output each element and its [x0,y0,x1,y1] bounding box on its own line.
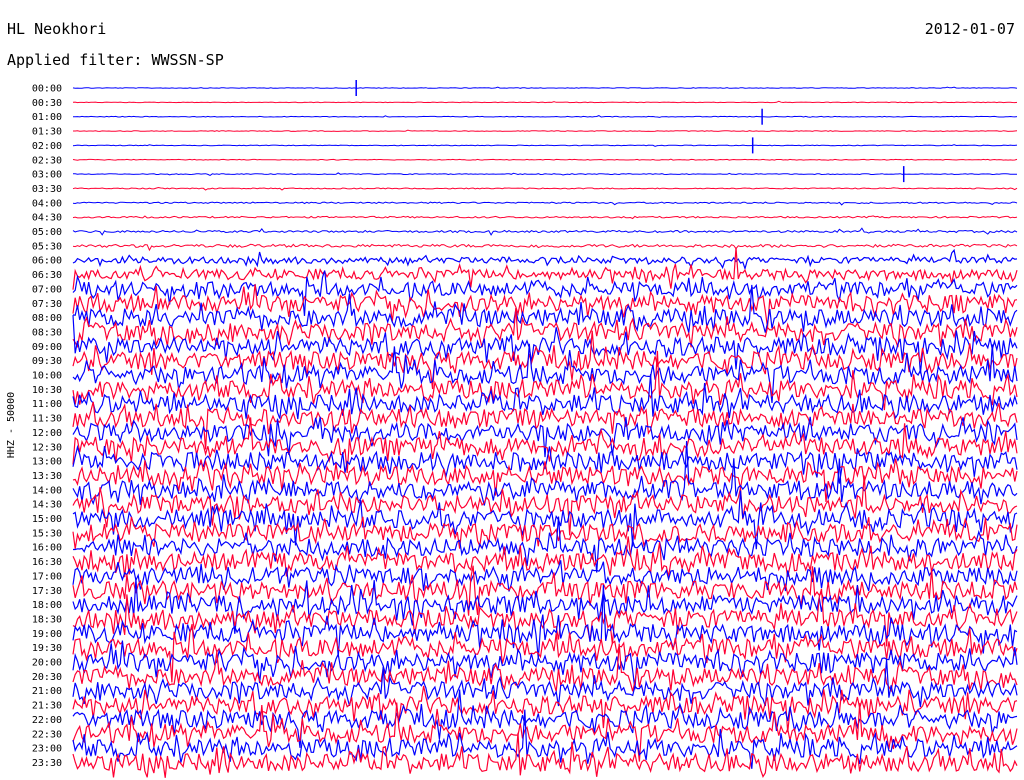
row-tick-label: 18:00 [32,600,62,611]
trace-line [72,215,1018,220]
row-tick-label: 22:30 [32,729,62,740]
trace-line [72,158,1018,161]
row-tick-label: 00:00 [32,84,62,95]
row-tick-label: 12:30 [32,442,62,453]
trace-line [72,186,1018,191]
row-tick-label: 15:30 [32,528,62,539]
row-tick-label: 07:30 [32,299,62,310]
y-axis-label: HHZ - 50000 [6,392,17,458]
row-tick-label: 01:00 [32,112,62,123]
row-tick-label: 12:00 [32,428,62,439]
row-tick-label: 11:30 [32,414,62,425]
row-tick-label: 19:00 [32,629,62,640]
row-tick-label: 20:30 [32,672,62,683]
row-tick-label: 07:00 [32,284,62,295]
trace-line [73,172,1018,176]
row-tick-label: 03:00 [32,170,62,181]
row-tick-label: 17:00 [32,571,62,582]
row-tick-label: 19:30 [32,643,62,654]
trace-line [72,623,1018,683]
trace-line [72,536,1018,578]
row-tick-label: 21:30 [32,701,62,712]
row-tick-label: 13:00 [32,457,62,468]
row-tick-label: 14:30 [32,500,62,511]
row-tick-label: 20:00 [32,658,62,669]
trace-line [72,284,1018,328]
row-tick-label: 23:00 [32,744,62,755]
row-tick-label: 18:30 [32,614,62,625]
row-tick-label: 09:30 [32,356,62,367]
helicorder-plot: 00:00 00:30 01:00 01:30 02:00 02:30 03:00 03:30… [6,80,1018,778]
row-tick-label: 04:30 [32,213,62,224]
trace-line [72,86,1018,89]
row-tick-label: 10:00 [32,371,62,382]
trace-line [72,732,1018,778]
trace-line [72,100,1018,104]
trace-line [72,201,1018,206]
row-tick-label: 05:00 [32,227,62,238]
row-tick-label: 14:00 [32,485,62,496]
row-tick-label: 00:30 [32,98,62,109]
row-tick-label: 09:00 [32,342,62,353]
row-tick-label: 08:30 [32,327,62,338]
trace-line [72,248,1018,271]
row-tick-label: 04:00 [32,198,62,209]
row-tick-label: 01:30 [32,127,62,138]
trace-line [72,343,1018,403]
trace-line [72,227,1018,236]
row-tick-label: 22:00 [32,715,62,726]
row-tick-label: 16:00 [32,543,62,554]
row-tick-label: 05:30 [32,241,62,252]
row-tick-label: 23:30 [32,758,62,769]
row-tick-label: 03:30 [32,184,62,195]
row-tick-label: 21:00 [32,686,62,697]
trace-line [73,115,1018,118]
row-tick-label: 06:30 [32,270,62,281]
row-tick-label: 06:00 [32,256,62,267]
row-tick-label: 17:30 [32,586,62,597]
trace-line [72,144,1018,147]
row-tick-label: 15:00 [32,514,62,525]
row-tick-label: 16:30 [32,557,62,568]
row-tick-label: 13:30 [32,471,62,482]
trace-line [72,243,1018,252]
row-tick-label: 02:00 [32,141,62,152]
trace-line [73,129,1018,133]
row-tick-label: 10:30 [32,385,62,396]
row-tick-label: 02:30 [32,155,62,166]
row-tick-label: 08:00 [32,313,62,324]
row-tick-label: 11:00 [32,399,62,410]
